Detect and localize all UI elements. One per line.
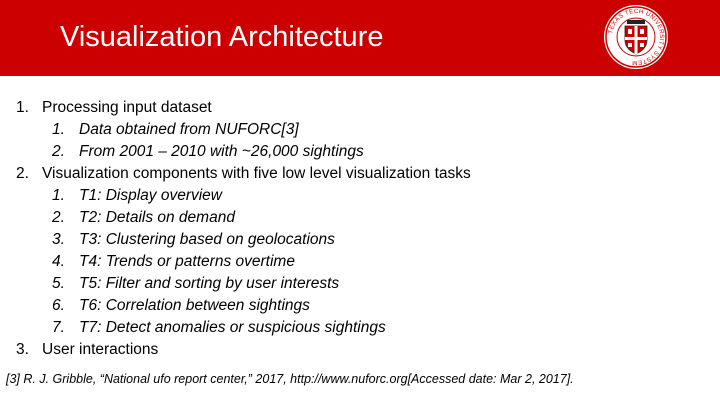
title-bar: Visualization Architecture TEXAS TECH UN… bbox=[0, 0, 720, 76]
footnote: [3] R. J. Gribble, “National ufo report … bbox=[6, 372, 574, 386]
university-seal-icon: TEXAS TECH UNIVERSITY SYSTEM bbox=[604, 5, 668, 69]
slide-title: Visualization Architecture bbox=[60, 21, 384, 53]
slide: Visualization Architecture TEXAS TECH UN… bbox=[0, 0, 720, 405]
